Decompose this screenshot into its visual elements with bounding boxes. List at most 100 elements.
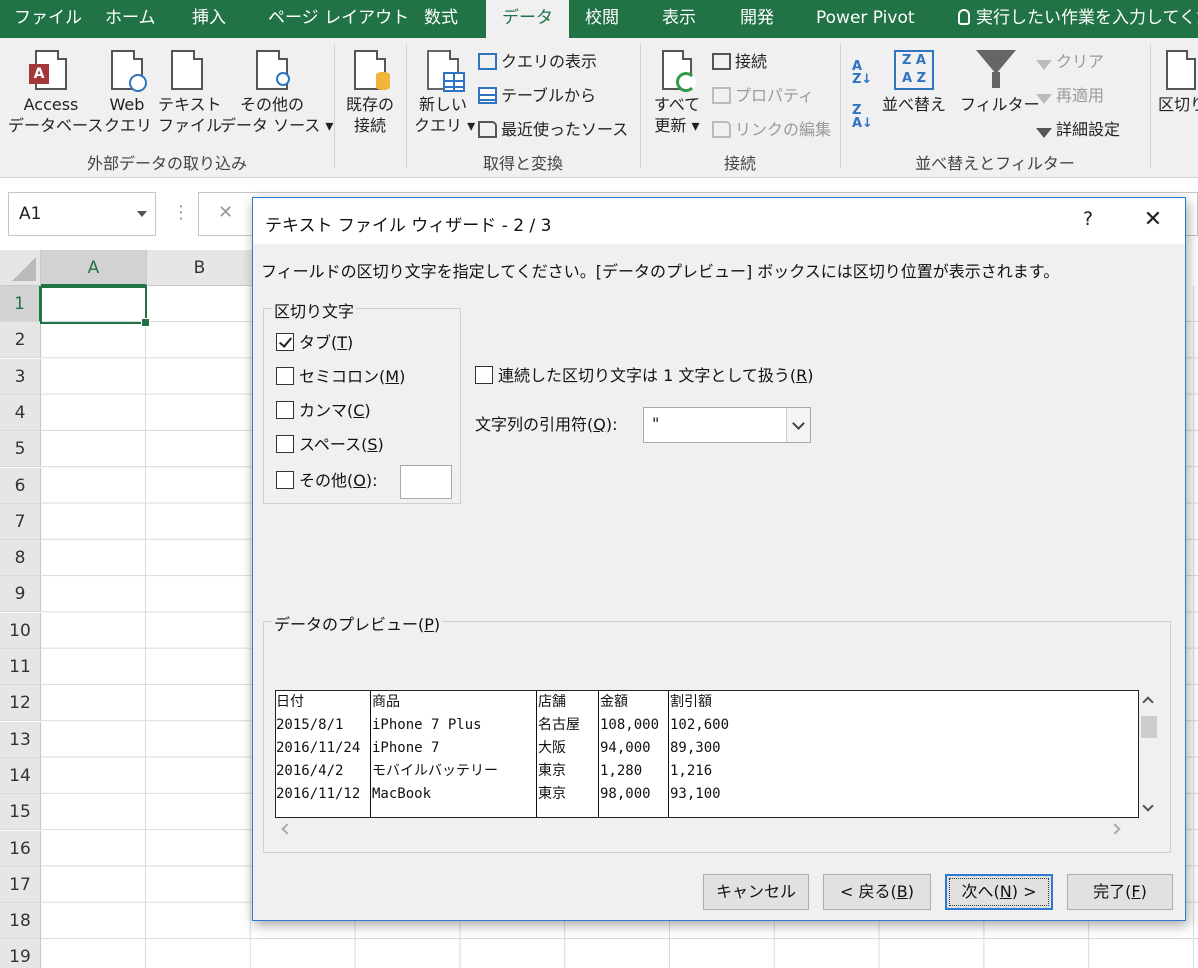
existing-connections-button[interactable]: 既存の 接続 [342, 50, 398, 136]
active-cell-a1[interactable] [40, 286, 150, 327]
delimiter-label-key: C [353, 401, 365, 420]
checkbox[interactable] [276, 333, 294, 351]
row-header[interactable]: 7 [0, 503, 41, 540]
row-header[interactable]: 9 [0, 576, 41, 613]
row-header[interactable]: 5 [0, 431, 41, 468]
column-break-line[interactable] [668, 691, 669, 817]
consecutive-delimiters-checkbox[interactable]: 連続した区切り文字は 1 文字として扱う(R) [475, 366, 814, 386]
row-header[interactable]: 19 [0, 939, 41, 968]
new-query-button[interactable]: 新しい クエリ ▾ [414, 50, 475, 136]
tab-power-pivot[interactable]: Power Pivot [816, 0, 915, 38]
new-query-icon [427, 50, 465, 92]
preview-cell: 108,000 [600, 717, 660, 733]
delimiter-label-post: ) [347, 333, 354, 352]
refresh-all-button[interactable]: すべて 更新 ▾ [648, 50, 706, 136]
tab-developer[interactable]: 開発 [740, 0, 774, 38]
tab-view[interactable]: 表示 [662, 0, 696, 38]
preview-vertical-scrollbar[interactable] [1139, 690, 1159, 818]
preview-cell: 大阪 [538, 740, 566, 756]
row-header[interactable]: 16 [0, 830, 41, 867]
finish-button[interactable]: 完了(F) [1067, 874, 1173, 910]
from-table-button[interactable]: テーブルから [478, 86, 596, 106]
row-header[interactable]: 2 [0, 322, 41, 359]
delimiter-option[interactable]: セミコロン(M) [276, 367, 405, 387]
chevron-down-icon[interactable] [786, 408, 810, 442]
help-icon[interactable]: ? [1073, 208, 1103, 230]
consecutive-checkbox-box[interactable] [475, 366, 493, 384]
row-header[interactable]: 6 [0, 467, 41, 504]
delimiter-option[interactable]: その他(O): [276, 471, 377, 491]
tab-formulas[interactable]: 数式 [424, 0, 458, 38]
tab-review[interactable]: 校閲 [585, 0, 619, 38]
from-other-sources-button[interactable]: その他の データ ソース ▾ [220, 50, 333, 136]
column-break-line[interactable] [370, 691, 371, 817]
data-preview-box[interactable]: 日付 商品 店舗 金額 割引額 2015/8/1 iPhone 7 Plus 名古屋 108,0… [275, 690, 1139, 818]
scroll-right-icon[interactable] [1109, 823, 1121, 835]
row-header[interactable]: 14 [0, 757, 41, 794]
properties-button[interactable]: プロパティ [712, 86, 814, 106]
edit-links-button[interactable]: リンクの編集 [712, 120, 831, 140]
row-header[interactable]: 17 [0, 866, 41, 903]
scroll-up-icon[interactable] [1142, 696, 1154, 708]
delimiter-option[interactable]: スペース(S) [276, 435, 384, 455]
sort-ascending-icon[interactable]: A Z↓ [852, 60, 872, 86]
recent-sources-button[interactable]: 最近使ったソース [478, 120, 628, 140]
tab-page-layout[interactable]: ページ レイアウト [268, 0, 409, 38]
row-header[interactable]: 15 [0, 794, 41, 831]
column-break-line[interactable] [536, 691, 537, 817]
consecutive-label-key: R [796, 366, 808, 385]
select-all-corner[interactable] [0, 250, 41, 286]
row-header[interactable]: 13 [0, 721, 41, 758]
other-delimiter-input[interactable] [400, 465, 452, 499]
sort-descending-icon[interactable]: Z A↓ [852, 104, 873, 130]
show-queries-button[interactable]: クエリの表示 [478, 52, 597, 72]
column-break-line[interactable] [598, 691, 599, 817]
sort-button[interactable]: Z AA Z 並べ替え [880, 50, 948, 115]
checkbox[interactable] [276, 367, 294, 385]
text-qualifier-select[interactable]: " [643, 407, 811, 443]
cancel-icon[interactable]: ✕ [218, 202, 233, 223]
preview-horizontal-scrollbar[interactable] [275, 818, 1139, 840]
from-text-button[interactable]: テキスト ファイル [158, 50, 222, 136]
row-header[interactable]: 3 [0, 358, 41, 395]
preview-cell: iPhone 7 [372, 740, 440, 756]
chevron-down-icon[interactable] [137, 211, 147, 217]
connections-button[interactable]: 接続 [712, 52, 767, 72]
row-header[interactable]: 18 [0, 903, 41, 940]
scroll-left-icon[interactable] [281, 823, 293, 835]
row-header[interactable]: 12 [0, 685, 41, 722]
clear-filter-button[interactable]: クリア [1036, 52, 1104, 72]
scroll-thumb[interactable] [1141, 716, 1157, 738]
next-button[interactable]: 次へ(N) > [945, 874, 1053, 910]
advanced-filter-button[interactable]: 詳細設定 [1036, 120, 1120, 140]
from-access-button[interactable]: A Access データベース [8, 50, 103, 136]
row-header[interactable]: 4 [0, 394, 41, 431]
reapply-button[interactable]: 再適用 [1036, 86, 1104, 106]
delimiter-option[interactable]: タブ(T) [276, 333, 353, 353]
tab-insert[interactable]: 挿入 [192, 0, 226, 38]
row-header[interactable]: 8 [0, 540, 41, 577]
text-to-columns-button[interactable]: 区切り [1158, 50, 1198, 115]
row-header[interactable]: 10 [0, 612, 41, 649]
filter-button[interactable]: フィルター [960, 50, 1040, 115]
recent-sources-label: 最近使ったソース [501, 120, 629, 139]
column-header-a[interactable]: A [41, 250, 147, 286]
close-icon[interactable]: ✕ [1133, 204, 1173, 238]
back-button[interactable]: < 戻る(B) [823, 874, 931, 910]
name-box[interactable]: A1 [8, 192, 156, 236]
dialog-instruction: フィールドの区切り文字を指定してください。[データのプレビュー] ボックスには区… [261, 262, 1060, 281]
cancel-button[interactable]: キャンセル [703, 874, 809, 910]
tab-home[interactable]: ホーム [105, 0, 156, 38]
from-web-button[interactable]: Web クエリ [104, 50, 152, 136]
tab-data[interactable]: データ [486, 0, 569, 38]
checkbox[interactable] [276, 471, 294, 489]
row-header[interactable]: 1 [0, 286, 41, 322]
scroll-down-icon[interactable] [1142, 800, 1154, 812]
column-header-b[interactable]: B [147, 250, 253, 286]
checkbox[interactable] [276, 401, 294, 419]
row-header[interactable]: 11 [0, 649, 41, 685]
tell-me-box[interactable]: 実行したい作業を入力してくださ [958, 0, 1198, 38]
delimiter-option[interactable]: カンマ(C) [276, 401, 371, 421]
checkbox[interactable] [276, 435, 294, 453]
tab-file[interactable]: ファイル [14, 0, 82, 38]
